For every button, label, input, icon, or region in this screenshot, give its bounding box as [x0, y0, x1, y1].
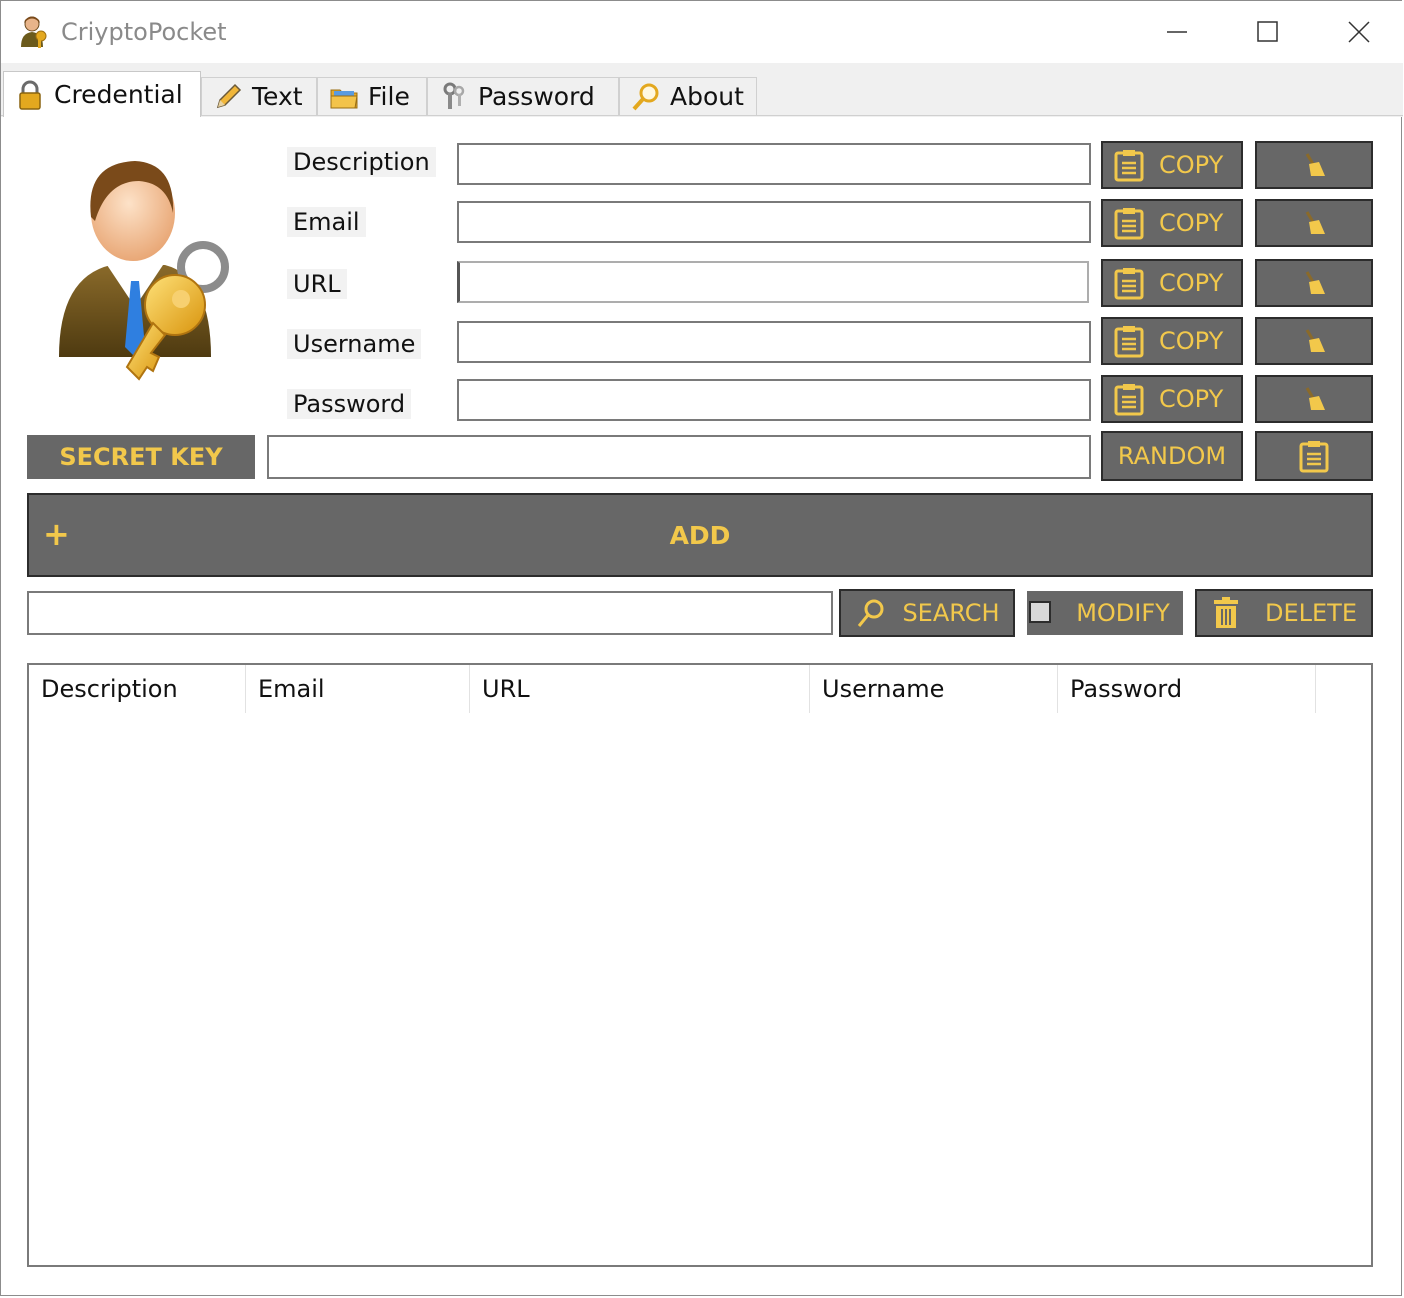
broom-icon	[1305, 211, 1325, 234]
close-button[interactable]	[1329, 11, 1389, 53]
email-label: Email	[287, 207, 366, 237]
search-icon	[858, 599, 884, 627]
maximize-button[interactable]	[1237, 11, 1297, 53]
tab-label: Credential	[54, 80, 183, 109]
clear-password-button[interactable]	[1255, 375, 1373, 423]
column-divider[interactable]	[1315, 665, 1316, 713]
app-logo-icon	[21, 16, 47, 48]
clipboard-icon	[1114, 208, 1144, 240]
clipboard-icon	[1114, 384, 1144, 416]
copy-label: COPY	[1159, 385, 1224, 413]
description-input[interactable]	[457, 143, 1091, 185]
add-label: ADD	[669, 520, 731, 550]
clear-username-button[interactable]	[1255, 317, 1373, 365]
secret-key-label: SECRET KEY	[27, 435, 255, 479]
folder-icon	[330, 89, 358, 108]
password-label: Password	[287, 389, 412, 419]
minimize-icon	[1167, 31, 1187, 33]
tab-divider	[1, 115, 1403, 116]
random-label: RANDOM	[1117, 442, 1227, 470]
password-input[interactable]	[457, 379, 1091, 421]
copy-password-button[interactable]: COPY	[1101, 375, 1243, 423]
delete-button[interactable]: DELETE	[1195, 589, 1373, 637]
pencil-icon	[216, 83, 242, 108]
lock-icon	[19, 80, 41, 110]
search-input[interactable]	[27, 591, 833, 635]
clipboard-icon	[1114, 268, 1144, 300]
window-title: CriyptoPocket	[61, 18, 227, 46]
broom-icon	[1305, 153, 1325, 176]
column-header-email[interactable]: Email	[246, 665, 470, 713]
column-header-description[interactable]: Description	[29, 665, 245, 713]
plus-icon: +	[43, 515, 70, 553]
copy-label: COPY	[1159, 327, 1224, 355]
column-header-password[interactable]: Password	[1058, 665, 1316, 713]
username-label: Username	[287, 329, 422, 359]
search-label: SEARCH	[902, 599, 1000, 627]
column-header-url[interactable]: URL	[470, 665, 810, 713]
tab-file[interactable]: File	[317, 77, 427, 115]
tab-password[interactable]: Password	[427, 77, 619, 115]
copy-email-button[interactable]: COPY	[1101, 199, 1243, 247]
clear-description-button[interactable]	[1255, 141, 1373, 189]
close-icon	[1348, 21, 1370, 43]
column-header-username[interactable]: Username	[810, 665, 1058, 713]
modify-checkbox[interactable]	[1029, 601, 1051, 623]
broom-icon	[1305, 329, 1325, 352]
magnifier-icon	[632, 83, 659, 110]
description-label: Description	[287, 147, 436, 177]
title-bar: CriyptoPocket	[1, 1, 1403, 63]
clipboard-icon	[1299, 441, 1329, 473]
url-input[interactable]	[457, 261, 1089, 303]
clipboard-icon	[1114, 326, 1144, 358]
copy-description-button[interactable]: COPY	[1101, 141, 1243, 189]
copy-url-button[interactable]: COPY	[1101, 259, 1243, 307]
user-key-avatar-icon	[59, 161, 229, 381]
clear-email-button[interactable]	[1255, 199, 1373, 247]
copy-label: COPY	[1159, 151, 1224, 179]
paste-secret-key-button[interactable]	[1255, 431, 1373, 481]
add-button[interactable]: + ADD	[27, 493, 1373, 577]
random-button[interactable]: RANDOM	[1101, 431, 1243, 481]
email-input[interactable]	[457, 201, 1091, 243]
trash-icon	[1213, 597, 1238, 628]
url-label: URL	[287, 269, 347, 299]
broom-icon	[1305, 387, 1325, 410]
copy-username-button[interactable]: COPY	[1101, 317, 1243, 365]
modify-toggle[interactable]: MODIFY	[1027, 591, 1183, 635]
clipboard-icon	[1114, 150, 1144, 182]
copy-label: COPY	[1159, 269, 1224, 297]
app-window: CriyptoPocket Credential Text File Passw…	[0, 0, 1403, 1296]
search-button[interactable]: SEARCH	[839, 589, 1015, 637]
secret-key-input[interactable]	[267, 435, 1091, 479]
username-input[interactable]	[457, 321, 1091, 363]
tab-text[interactable]: Text	[201, 77, 317, 115]
delete-label: DELETE	[1264, 599, 1357, 627]
tab-label: About	[670, 82, 744, 111]
copy-label: COPY	[1159, 209, 1224, 237]
tab-label: Password	[478, 82, 595, 111]
maximize-icon	[1257, 21, 1278, 42]
broom-icon	[1305, 271, 1325, 294]
tab-credential[interactable]: Credential	[3, 71, 201, 117]
modify-label: MODIFY	[1076, 599, 1170, 627]
clear-url-button[interactable]	[1255, 259, 1373, 307]
keys-icon	[443, 82, 465, 109]
minimize-button[interactable]	[1147, 11, 1207, 53]
tab-label: Text	[252, 82, 303, 111]
credentials-table[interactable]: Description Email URL Username Password	[27, 663, 1373, 1267]
tab-label: File	[368, 82, 410, 111]
tab-about[interactable]: About	[619, 77, 757, 115]
